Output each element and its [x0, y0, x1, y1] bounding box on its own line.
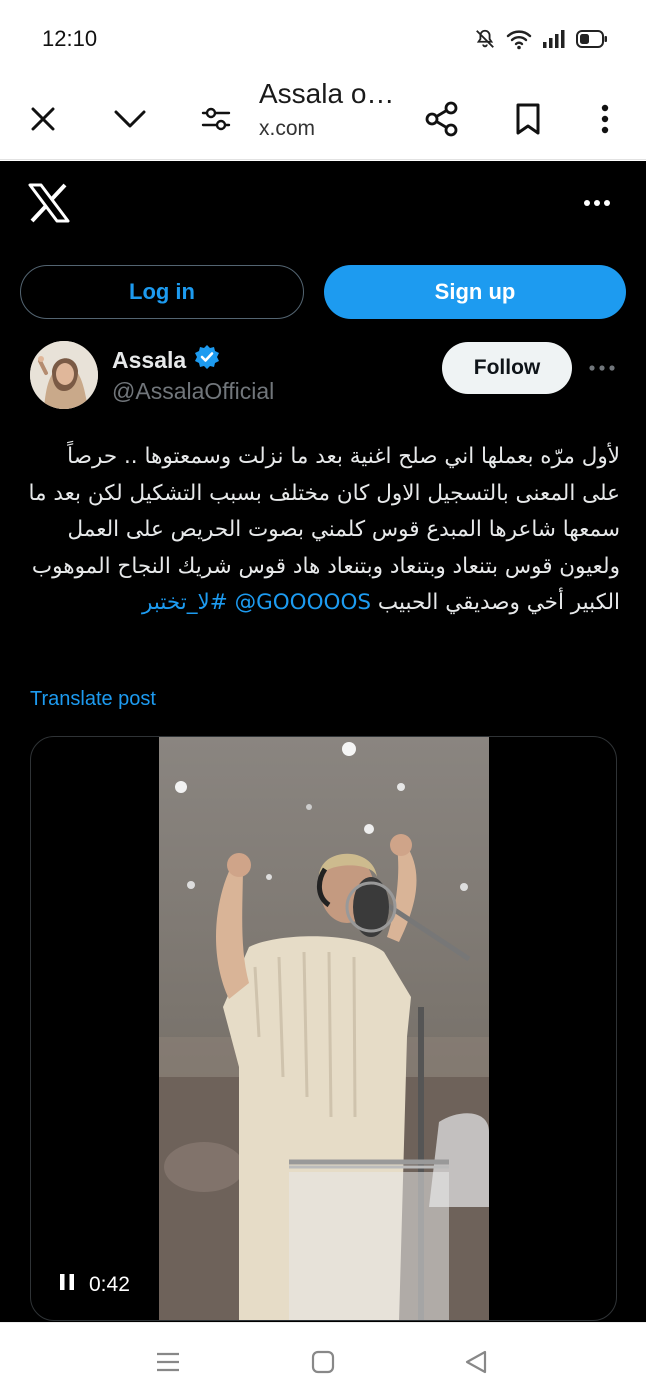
- login-button[interactable]: Log in: [20, 265, 304, 319]
- recent-apps-button[interactable]: [152, 1347, 184, 1377]
- tweet-page: Log in Sign up Assala @AssalaOfficial Fo…: [0, 161, 646, 1322]
- verified-badge-icon: [194, 344, 220, 376]
- bookmark-button[interactable]: [500, 91, 556, 147]
- tweet-text: لأول مرّه بعملها اني صلح اغنية بعد ما نز…: [26, 439, 620, 622]
- avatar[interactable]: [30, 341, 98, 409]
- signup-button[interactable]: Sign up: [324, 265, 626, 319]
- close-tab-button[interactable]: [15, 91, 71, 147]
- site-settings-button[interactable]: [188, 91, 244, 147]
- tune-icon: [201, 107, 231, 131]
- translate-post-link[interactable]: Translate post: [30, 688, 156, 711]
- menu-lines-icon: [157, 1352, 179, 1372]
- more-horizontal-icon: [589, 365, 615, 371]
- follow-button[interactable]: Follow: [442, 342, 572, 394]
- chevron-down-icon: [114, 110, 146, 128]
- system-nav-bar: [0, 1322, 646, 1400]
- battery-icon: [576, 30, 608, 48]
- x-logo-icon[interactable]: [28, 183, 70, 223]
- share-icon: [425, 101, 458, 137]
- close-icon: [31, 107, 55, 131]
- browser-menu-button[interactable]: [577, 91, 633, 147]
- tweet-more-button[interactable]: [586, 356, 618, 380]
- author-handle[interactable]: @AssalaOfficial: [112, 378, 274, 405]
- home-button[interactable]: [307, 1347, 339, 1377]
- page-domain[interactable]: x.com: [259, 117, 315, 141]
- share-button[interactable]: [414, 91, 470, 147]
- minimize-button[interactable]: [102, 91, 158, 147]
- mute-notifications-icon: [474, 28, 496, 50]
- author-name-text: Assala: [112, 346, 187, 373]
- page-title[interactable]: Assala o…: [259, 78, 394, 110]
- browser-toolbar: Assala o… x.com: [0, 78, 646, 160]
- author-name[interactable]: Assala: [112, 344, 220, 376]
- more-horizontal-icon: [584, 200, 610, 206]
- status-time: 12:10: [42, 26, 98, 51]
- video-time: 0:42: [89, 1273, 130, 1296]
- status-bar: 12:10: [0, 0, 646, 78]
- more-vertical-icon: [601, 104, 609, 134]
- signal-icon: [542, 30, 566, 48]
- wifi-icon: [506, 28, 532, 50]
- status-icons: [474, 28, 608, 50]
- page-more-button[interactable]: [582, 189, 612, 217]
- mention-link[interactable]: @GOOOOOS: [235, 590, 371, 615]
- back-triangle-icon: [465, 1350, 487, 1374]
- hashtag-link[interactable]: #لا_تختبر: [142, 590, 228, 615]
- video-controls: 0:42: [59, 1273, 130, 1297]
- bookmark-icon: [516, 103, 540, 135]
- video-player[interactable]: 0:42: [30, 736, 617, 1321]
- home-square-icon: [311, 1350, 335, 1374]
- pause-icon[interactable]: [59, 1273, 75, 1297]
- video-still-image: [159, 737, 489, 1320]
- back-button[interactable]: [460, 1347, 492, 1377]
- video-frame[interactable]: [159, 737, 489, 1320]
